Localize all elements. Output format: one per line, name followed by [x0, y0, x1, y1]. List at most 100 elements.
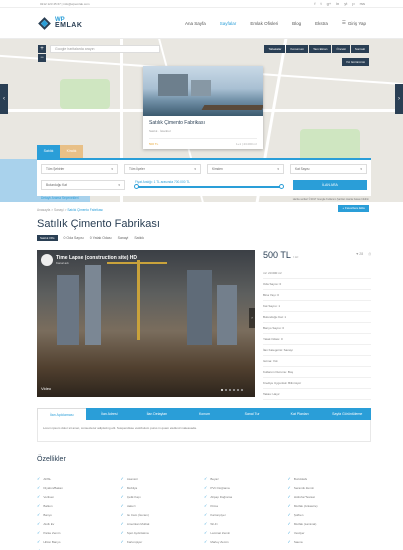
pinterest-icon[interactable]: p	[352, 1, 354, 6]
check-icon: ✓	[37, 485, 41, 490]
feature-item: ✓ Jakuzi	[120, 503, 136, 508]
crumb-home[interactable]: Anasayfa	[37, 208, 50, 212]
check-icon: ✓	[204, 494, 208, 499]
features-title: Özellikler	[37, 456, 66, 463]
nav-item-pages[interactable]: Sayfalar	[220, 21, 237, 26]
feature-item: ✓ Beyaz	[204, 476, 219, 481]
detail-item: m²: 23.000 m²	[263, 268, 371, 279]
linkedin-icon[interactable]: in	[336, 1, 339, 6]
owner-select[interactable]: Kimden ▾	[207, 164, 284, 174]
feature-item: ✓ Verilsen	[37, 494, 55, 499]
floor-count-select[interactable]: Kat Sayısı ▾	[290, 164, 367, 174]
nav-item-offices[interactable]: Emlak Ofisleri	[250, 21, 278, 26]
map-popup[interactable]: Satılık Çimento Fabrikası Satılık · İsta…	[143, 66, 263, 149]
logo[interactable]: WP EMLAK	[37, 16, 82, 31]
feature-item: ✓ Diyafon/Bakan	[37, 485, 63, 490]
layers-button[interactable]: Tabakalar	[264, 45, 286, 53]
logo-line2: EMLAK	[55, 22, 83, 29]
street-view-button[interactable]: Yol Görünümü	[341, 58, 369, 66]
feature-item: ✓ ADSL	[37, 476, 52, 481]
check-icon: ✓	[37, 539, 41, 544]
channel-avatar[interactable]	[41, 254, 53, 266]
gallery-next-icon[interactable]: ›	[249, 308, 255, 328]
feature-item: ✓ PVC Doğrama	[204, 485, 230, 490]
check-icon: ✓	[287, 503, 291, 508]
login-link[interactable]: ☰ Giriş Yap	[342, 20, 366, 26]
price-range-label: Fiyat Aralığı: 1 TL arasında 700.000 TL	[135, 180, 191, 184]
listing-meta: Satılık Ofis 0 Oda Sayısı 0 Yatak Odası …	[37, 235, 144, 241]
feature-item: ✓ Balkon	[37, 503, 53, 508]
tab-details[interactable]: İlan Detayları	[133, 408, 181, 420]
city-select[interactable]: Tüm Şehirler ▾	[41, 164, 118, 174]
feature-item: ✓ Mutfak (Laminat)	[287, 521, 317, 526]
main-nav: Ana Sayfa Sayfalar Emlak Ofisleri Blog E…	[185, 20, 366, 26]
heart-icon[interactable]: ♥ 28	[356, 252, 363, 256]
feature-item: ✓ Marley Zemin	[204, 539, 229, 544]
feature-item: ✓ Seramik Zemin	[287, 485, 315, 490]
tab-rent[interactable]: Kiralık	[60, 145, 83, 158]
video-label: Video	[41, 386, 52, 391]
prev-button[interactable]: Önceki	[332, 45, 350, 53]
youtube-icon[interactable]: yt	[344, 1, 347, 6]
check-icon: ✓	[287, 494, 291, 499]
tab-description[interactable]: İlan Açıklaması	[37, 408, 86, 420]
check-icon: ✓	[287, 485, 291, 490]
map-prev-arrow-icon[interactable]: ‹	[0, 84, 8, 114]
map-search-input[interactable]: Google haritalarda arayın	[50, 45, 160, 53]
price-range-slider[interactable]: Fiyat Aralığı: 1 TL arasında 700.000 TL	[131, 180, 287, 190]
check-icon: ✓	[287, 512, 291, 517]
popup-title[interactable]: Satılık Çimento Fabrikası	[149, 120, 257, 126]
twitter-icon[interactable]: t	[320, 1, 321, 6]
page-title: Satılık Çimento Fabrikası	[37, 218, 160, 230]
feature-item: ✓ Kartonpiyer	[204, 512, 226, 517]
chevron-down-icon: ▾	[194, 167, 196, 171]
print-icon[interactable]: ⎙	[368, 252, 371, 256]
login-label: Giriş Yap	[347, 20, 366, 26]
check-icon: ✓	[37, 476, 41, 481]
floor-select[interactable]: Bulunduğu Kat ▾	[41, 180, 125, 190]
rss-icon[interactable]: rss	[360, 1, 365, 6]
next-button[interactable]: Sonraki	[350, 45, 369, 53]
search-button[interactable]: İLAN ARA	[293, 180, 367, 190]
features-list: ✓ ADSL ✓ Asansör ✓ Beyaz ✓ Buzdolabı ✓ Diyafon/Ba…	[37, 475, 371, 550]
detail-list: m²: 23.000 m² Oda Sayısı: 0 Bina Yaşı: 0…	[263, 268, 371, 400]
tab-floor-plans[interactable]: Kat Planları	[276, 408, 324, 420]
feature-item: ✓ Asansör	[120, 476, 138, 481]
feature-item: ✓ Wi-Fi	[204, 521, 218, 526]
nav-item-extra[interactable]: Ekstra	[315, 21, 328, 26]
facebook-icon[interactable]: f	[314, 1, 315, 6]
tab-sale[interactable]: Satılık	[37, 145, 60, 158]
map-next-arrow-icon[interactable]: ›	[395, 84, 403, 114]
tab-location[interactable]: Konum	[181, 408, 229, 420]
feature-item: ✓ Mobilya	[120, 485, 138, 490]
listing-info: 500 TL / m² ♥ 28 ⎙ m²: 23.000 m² Oda Say…	[263, 250, 371, 400]
district-select[interactable]: Tüm İlçeler ▾	[124, 164, 201, 174]
fullscreen-button[interactable]: Tam Ekran	[309, 45, 332, 53]
feature-item: ✓ Sauna	[287, 539, 303, 544]
check-icon: ✓	[204, 512, 208, 517]
video-player[interactable]: Time Lapse (construction site) HD Kanal …	[37, 250, 255, 397]
google-plus-icon[interactable]: g+	[327, 1, 332, 6]
tab-address[interactable]: İlan Adresi	[86, 408, 134, 420]
tab-page-views[interactable]: Sayfa Görüntüleme	[323, 408, 371, 420]
add-favorite-button[interactable]: + Favorilere Ekle	[338, 205, 369, 212]
tab-content: Lorem ipsum dolor sit amet, consectetur …	[37, 420, 371, 442]
chevron-down-icon: ▾	[277, 167, 279, 171]
nav-item-home[interactable]: Ana Sayfa	[185, 21, 206, 26]
check-icon: ✓	[287, 530, 291, 535]
detail-item: Bina Yaşı: 0	[263, 290, 371, 301]
tab-virtual-tour[interactable]: Sanal Tur	[228, 408, 276, 420]
crumb-category[interactable]: Sanayi	[54, 208, 64, 212]
detail-item: Bulunduğu Kat: 1	[263, 312, 371, 323]
site-header: WP EMLAK Ana Sayfa Sayfalar Emlak Ofisle…	[0, 8, 403, 39]
my-location-button[interactable]: Konumum	[286, 45, 309, 53]
check-icon: ✓	[287, 521, 291, 526]
feature-item: ✓ Şofben	[287, 512, 304, 517]
type-info: Satılık	[134, 236, 145, 240]
category-info: Sanayi	[117, 236, 129, 240]
zoom-out-button[interactable]: −	[38, 54, 46, 62]
zoom-in-button[interactable]: +	[38, 45, 46, 53]
status-badge: Satılık Ofis	[37, 235, 58, 241]
nav-item-blog[interactable]: Blog	[292, 21, 301, 26]
check-icon: ✓	[204, 539, 208, 544]
